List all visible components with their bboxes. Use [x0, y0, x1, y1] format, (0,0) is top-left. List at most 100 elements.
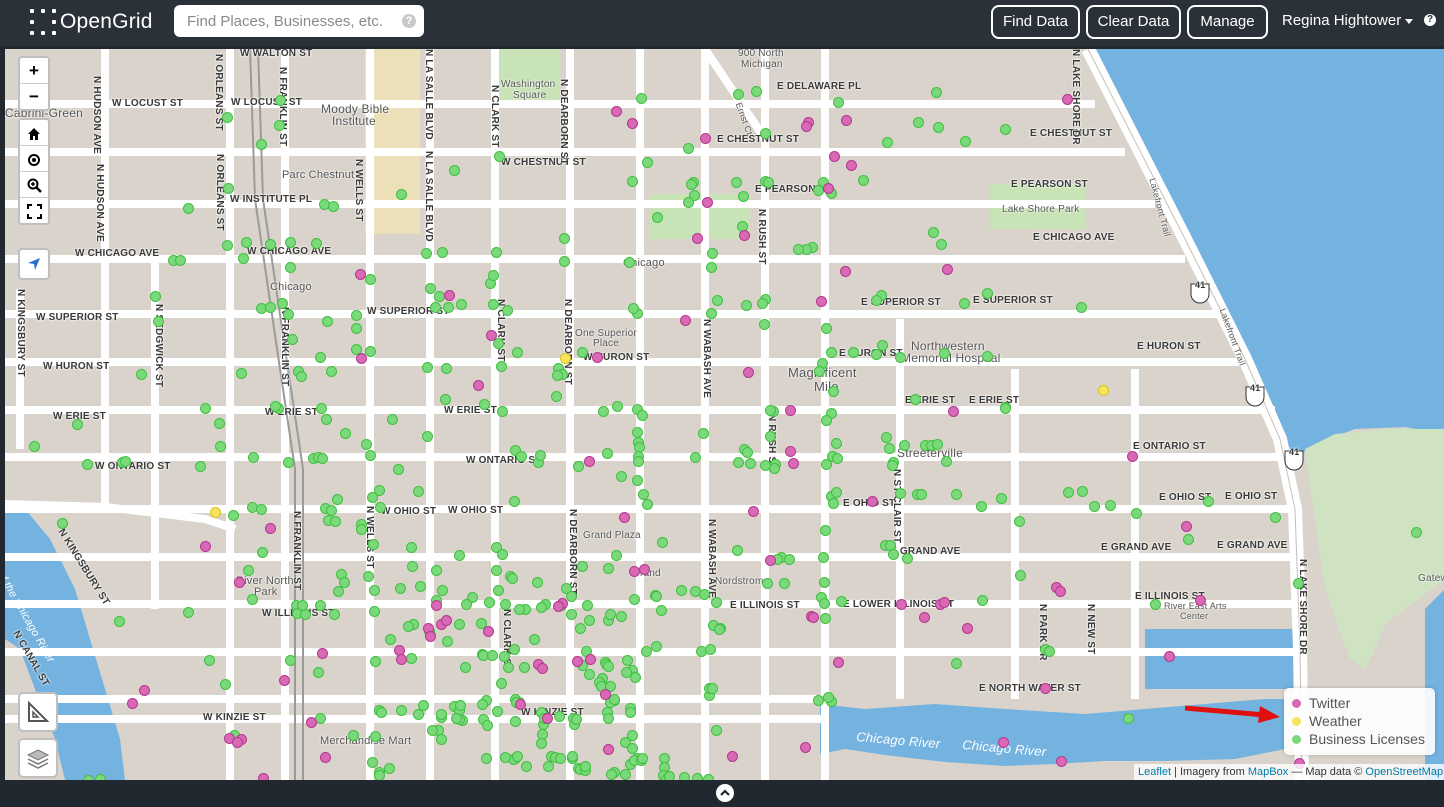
twitter-marker[interactable]	[867, 496, 878, 507]
mapbox-link[interactable]: MapBox	[1248, 766, 1288, 778]
business-license-marker[interactable]	[317, 453, 328, 464]
business-license-marker[interactable]	[385, 634, 396, 645]
twitter-marker[interactable]	[808, 612, 819, 623]
business-license-marker[interactable]	[887, 460, 898, 471]
app-logo[interactable]: OpenGrid	[28, 6, 153, 38]
business-license-marker[interactable]	[554, 711, 565, 722]
business-license-marker[interactable]	[29, 441, 40, 452]
business-license-marker[interactable]	[651, 641, 662, 652]
business-license-marker[interactable]	[365, 274, 376, 285]
business-license-marker[interactable]	[348, 730, 359, 741]
twitter-marker[interactable]	[748, 506, 759, 517]
business-license-marker[interactable]	[257, 547, 268, 558]
business-license-marker[interactable]	[555, 753, 566, 764]
business-license-marker[interactable]	[637, 410, 648, 421]
business-license-marker[interactable]	[455, 700, 466, 711]
zoom-box-button[interactable]	[20, 172, 48, 198]
business-license-marker[interactable]	[384, 763, 395, 774]
twitter-marker[interactable]	[1056, 756, 1067, 767]
business-license-marker[interactable]	[507, 573, 518, 584]
business-license-marker[interactable]	[881, 432, 892, 443]
twitter-marker[interactable]	[425, 631, 436, 642]
weather-marker[interactable]	[1098, 385, 1109, 396]
business-license-marker[interactable]	[1000, 124, 1011, 135]
business-license-marker[interactable]	[826, 347, 837, 358]
business-license-marker[interactable]	[831, 487, 842, 498]
business-license-marker[interactable]	[759, 319, 770, 330]
twitter-marker[interactable]	[801, 121, 812, 132]
business-license-marker[interactable]	[370, 731, 381, 742]
business-license-marker[interactable]	[215, 441, 226, 452]
business-license-marker[interactable]	[612, 401, 623, 412]
business-license-marker[interactable]	[222, 112, 233, 123]
business-license-marker[interactable]	[552, 370, 563, 381]
business-license-marker[interactable]	[482, 720, 493, 731]
business-license-marker[interactable]	[762, 578, 773, 589]
business-license-marker[interactable]	[451, 713, 462, 724]
business-license-marker[interactable]	[910, 394, 921, 405]
business-license-marker[interactable]	[437, 247, 448, 258]
business-license-marker[interactable]	[1000, 403, 1011, 414]
business-license-marker[interactable]	[603, 563, 614, 574]
business-license-marker[interactable]	[220, 679, 231, 690]
twitter-marker[interactable]	[200, 541, 211, 552]
business-license-marker[interactable]	[484, 597, 495, 608]
twitter-marker[interactable]	[788, 458, 799, 469]
business-license-marker[interactable]	[692, 773, 703, 780]
business-license-marker[interactable]	[637, 753, 648, 764]
business-license-marker[interactable]	[436, 734, 447, 745]
business-license-marker[interactable]	[819, 598, 830, 609]
business-license-marker[interactable]	[745, 458, 756, 469]
business-license-marker[interactable]	[707, 683, 718, 694]
twitter-marker[interactable]	[483, 626, 494, 637]
map-view[interactable]: W WALTON ST W LOCUST ST W LOCUST ST Cabr…	[5, 49, 1444, 780]
twitter-marker[interactable]	[816, 296, 827, 307]
business-license-marker[interactable]	[519, 662, 530, 673]
business-license-marker[interactable]	[603, 661, 614, 672]
business-license-marker[interactable]	[698, 428, 709, 439]
business-license-marker[interactable]	[275, 95, 286, 106]
business-license-marker[interactable]	[584, 669, 595, 680]
business-license-marker[interactable]	[699, 589, 710, 600]
twitter-marker[interactable]	[627, 118, 638, 129]
business-license-marker[interactable]	[928, 227, 939, 238]
twitter-marker[interactable]	[572, 656, 583, 667]
business-license-marker[interactable]	[641, 646, 652, 657]
business-license-marker[interactable]	[328, 201, 339, 212]
business-license-marker[interactable]	[422, 431, 433, 442]
business-license-marker[interactable]	[521, 761, 532, 772]
business-license-marker[interactable]	[611, 550, 622, 561]
business-license-marker[interactable]	[1270, 512, 1281, 523]
business-license-marker[interactable]	[265, 239, 276, 250]
twitter-marker[interactable]	[1055, 586, 1066, 597]
business-license-marker[interactable]	[577, 347, 588, 358]
business-license-marker[interactable]	[679, 772, 690, 780]
business-license-marker[interactable]	[895, 488, 906, 499]
business-license-marker[interactable]	[1015, 570, 1026, 581]
twitter-marker[interactable]	[846, 160, 857, 171]
leaflet-link[interactable]: Leaflet	[1138, 766, 1171, 778]
business-license-marker[interactable]	[509, 496, 520, 507]
business-license-marker[interactable]	[1183, 534, 1194, 545]
layers-button[interactable]	[18, 738, 58, 778]
business-license-marker[interactable]	[422, 362, 433, 373]
business-license-marker[interactable]	[577, 561, 588, 572]
business-license-marker[interactable]	[395, 583, 406, 594]
business-license-marker[interactable]	[72, 419, 83, 430]
business-license-marker[interactable]	[622, 655, 633, 666]
business-license-marker[interactable]	[195, 461, 206, 472]
business-license-marker[interactable]	[831, 438, 842, 449]
business-license-marker[interactable]	[516, 451, 527, 462]
business-license-marker[interactable]	[683, 143, 694, 154]
business-license-marker[interactable]	[365, 346, 376, 357]
business-license-marker[interactable]	[441, 363, 452, 374]
weather-marker[interactable]	[210, 507, 221, 518]
search-input[interactable]	[174, 5, 407, 37]
twitter-marker[interactable]	[584, 456, 595, 467]
business-license-marker[interactable]	[751, 86, 762, 97]
business-license-marker[interactable]	[933, 122, 944, 133]
business-license-marker[interactable]	[491, 565, 502, 576]
legend-item-twitter[interactable]: Twitter	[1292, 695, 1350, 711]
business-license-marker[interactable]	[630, 672, 641, 683]
twitter-marker[interactable]	[542, 713, 553, 724]
